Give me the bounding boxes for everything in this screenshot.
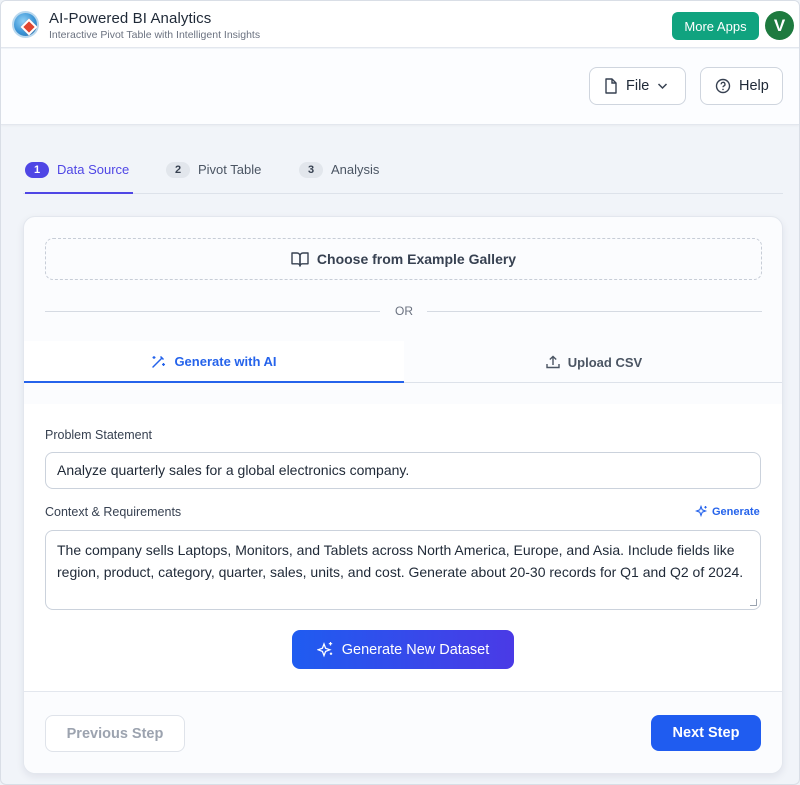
generate-ai-form: Problem Statement Analyze quarterly sale… bbox=[24, 404, 782, 692]
tab-upload-csv[interactable]: Upload CSV bbox=[404, 341, 782, 383]
or-label: OR bbox=[395, 304, 413, 318]
source-tabs: Generate with AI Upload CSV bbox=[24, 341, 782, 383]
step-pivot-table[interactable]: 2 Pivot Table bbox=[166, 151, 276, 194]
next-step-button[interactable]: Next Step bbox=[651, 715, 761, 751]
avatar[interactable]: V bbox=[765, 11, 794, 40]
resize-handle[interactable] bbox=[750, 599, 757, 606]
wizard-footer: Previous Step Next Step bbox=[24, 691, 782, 773]
problem-statement-label: Problem Statement bbox=[45, 428, 152, 442]
app-logo-icon bbox=[12, 11, 39, 38]
magic-wand-icon bbox=[151, 354, 166, 369]
step-label: Data Source bbox=[57, 162, 130, 177]
app-header: AI-Powered BI Analytics Interactive Pivo… bbox=[1, 1, 799, 48]
step-analysis[interactable]: 3 Analysis bbox=[299, 151, 399, 194]
chevron-down-icon bbox=[657, 82, 668, 90]
generate-context-button[interactable]: Generate bbox=[695, 505, 760, 518]
generate-context-label: Generate bbox=[712, 505, 760, 518]
upload-icon bbox=[546, 355, 560, 369]
step-number: 2 bbox=[166, 162, 190, 178]
book-open-icon bbox=[291, 251, 309, 267]
step-tabs: 1 Data Source 2 Pivot Table 3 Analysis bbox=[23, 151, 783, 194]
app-subtitle: Interactive Pivot Table with Intelligent… bbox=[49, 29, 261, 41]
previous-step-button[interactable]: Previous Step bbox=[45, 715, 185, 752]
file-menu-button[interactable]: File bbox=[589, 67, 686, 105]
sparkles-icon bbox=[695, 505, 708, 518]
tab-label: Generate with AI bbox=[174, 353, 277, 369]
file-menu-label: File bbox=[626, 78, 650, 94]
context-textarea[interactable]: The company sells Laptops, Monitors, and… bbox=[45, 530, 761, 610]
data-source-card: Choose from Example Gallery OR Generate … bbox=[23, 216, 783, 774]
step-label: Analysis bbox=[331, 162, 380, 177]
tab-generate-with-ai[interactable]: Generate with AI bbox=[24, 341, 404, 383]
tab-label: Upload CSV bbox=[567, 354, 643, 370]
app-title: AI-Powered BI Analytics bbox=[49, 10, 212, 27]
problem-statement-input[interactable]: Analyze quarterly sales for a global ele… bbox=[45, 452, 761, 489]
gallery-label: Choose from Example Gallery bbox=[316, 251, 517, 267]
or-divider: OR bbox=[45, 303, 762, 319]
step-label: Pivot Table bbox=[198, 162, 262, 177]
toolbar: File Help bbox=[1, 49, 799, 125]
context-text: The company sells Laptops, Monitors, and… bbox=[57, 542, 744, 580]
step-number: 1 bbox=[25, 162, 49, 178]
sparkles-icon bbox=[316, 641, 334, 658]
help-circle-icon bbox=[715, 78, 731, 94]
more-apps-button[interactable]: More Apps bbox=[672, 12, 759, 40]
step-number: 3 bbox=[299, 162, 323, 178]
example-gallery-button[interactable]: Choose from Example Gallery bbox=[45, 238, 762, 280]
generate-dataset-button[interactable]: Generate New Dataset bbox=[292, 630, 514, 669]
file-icon bbox=[604, 78, 618, 94]
generate-dataset-label: Generate New Dataset bbox=[341, 641, 490, 658]
step-data-source[interactable]: 1 Data Source bbox=[25, 151, 133, 194]
app-window: AI-Powered BI Analytics Interactive Pivo… bbox=[0, 0, 800, 785]
help-button[interactable]: Help bbox=[700, 67, 783, 105]
context-label: Context & Requirements bbox=[45, 505, 182, 519]
help-label: Help bbox=[739, 78, 769, 94]
